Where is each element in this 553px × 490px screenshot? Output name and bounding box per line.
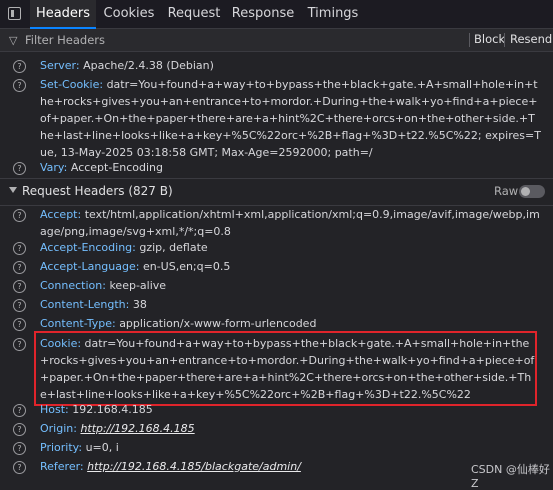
header-name: Accept-Language:	[40, 260, 140, 273]
header-entry[interactable]: Priority: u=0, i	[40, 439, 541, 456]
help-icon[interactable]: ?	[13, 299, 26, 312]
header-name: Connection:	[40, 279, 106, 292]
help-icon[interactable]: ?	[13, 280, 26, 293]
header-entry[interactable]: Server: Apache/2.4.38 (Debian)	[40, 57, 541, 74]
header-entry[interactable]: Accept-Encoding: gzip, deflate	[40, 239, 541, 256]
help-icon[interactable]: ?	[13, 338, 26, 351]
header-entry[interactable]: Referer: http://192.168.4.185/blackgate/…	[40, 458, 463, 475]
devtools-tabbar: Headers Cookies Request Response Timings	[0, 0, 553, 29]
collapse-caret-icon[interactable]	[9, 187, 17, 193]
header-name: Host:	[40, 403, 69, 416]
header-name: Accept-Encoding:	[40, 241, 136, 254]
filter-headers-input[interactable]: Filter Headers	[25, 33, 105, 47]
help-icon[interactable]: ?	[13, 442, 26, 455]
help-icon[interactable]: ?	[13, 79, 26, 92]
header-entry[interactable]: Accept: text/html,application/xhtml+xml,…	[40, 206, 541, 240]
tab-response[interactable]: Response	[229, 0, 297, 28]
header-entry[interactable]: Host: 192.168.4.185	[40, 401, 541, 418]
header-entry[interactable]: Connection: keep-alive	[40, 277, 541, 294]
help-icon[interactable]: ?	[13, 423, 26, 436]
tab-cookies[interactable]: Cookies	[100, 0, 158, 28]
help-icon[interactable]: ?	[13, 209, 26, 222]
referer-link[interactable]: http://192.168.4.185/blackgate/admin/	[87, 460, 301, 473]
clipped-header-row	[0, 48, 553, 54]
filter-icon: ▽	[9, 34, 18, 47]
help-icon[interactable]: ?	[13, 404, 26, 417]
divider	[469, 33, 470, 47]
header-name: Referer:	[40, 460, 84, 473]
header-value: text/html,application/xhtml+xml,applicat…	[40, 208, 540, 238]
header-entry[interactable]: Set-Cookie: datr=You+found+a+way+to+bypa…	[40, 76, 541, 161]
header-value: 38	[132, 298, 147, 311]
header-value: gzip, deflate	[139, 241, 208, 254]
header-entry[interactable]: Content-Type: application/x-www-form-url…	[40, 315, 541, 332]
tab-request[interactable]: Request	[165, 0, 223, 28]
header-value: en-US,en;q=0.5	[142, 260, 231, 273]
tab-headers[interactable]: Headers	[30, 0, 96, 29]
header-entry[interactable]: Vary: Accept-Encoding	[40, 159, 541, 176]
header-value: application/x-www-form-urlencoded	[119, 317, 317, 330]
help-icon[interactable]: ?	[13, 261, 26, 274]
header-name: Priority:	[40, 441, 83, 454]
resend-button[interactable]: Resend	[510, 32, 552, 46]
header-value: keep-alive	[109, 279, 167, 292]
raw-label: Raw	[494, 184, 519, 198]
help-icon[interactable]: ?	[13, 318, 26, 331]
help-icon[interactable]: ?	[13, 461, 26, 474]
request-headers-section[interactable]: Request Headers (827 B) Raw	[0, 178, 553, 206]
header-value: Accept-Encoding	[70, 161, 164, 174]
header-value: 192.168.4.185	[72, 403, 153, 416]
header-name: Content-Type:	[40, 317, 116, 330]
help-icon[interactable]: ?	[13, 242, 26, 255]
header-entry[interactable]: Origin: http://192.168.4.185	[40, 420, 541, 437]
tab-timings[interactable]: Timings	[304, 0, 362, 28]
header-value: u=0, i	[85, 441, 119, 454]
cookie-highlight-box	[34, 331, 537, 406]
divider	[504, 33, 505, 47]
watermark: CSDN @仙棒好Z	[471, 463, 550, 490]
help-icon[interactable]: ?	[13, 60, 26, 73]
header-name: Origin:	[40, 422, 77, 435]
header-value: Apache/2.4.38 (Debian)	[83, 59, 214, 72]
help-icon[interactable]: ?	[13, 162, 26, 175]
header-name: Set-Cookie:	[40, 78, 104, 91]
block-button[interactable]: Block	[474, 32, 505, 46]
origin-link[interactable]: http://192.168.4.185	[80, 422, 194, 435]
header-name: Accept:	[40, 208, 82, 221]
header-entry[interactable]: Accept-Language: en-US,en;q=0.5	[40, 258, 541, 275]
raw-toggle[interactable]	[519, 185, 545, 198]
header-name: Server:	[40, 59, 80, 72]
header-entry[interactable]: Content-Length: 38	[40, 296, 541, 313]
header-value: datr=You+found+a+way+to+bypass+the+black…	[40, 78, 541, 159]
dock-side-icon[interactable]	[8, 7, 21, 20]
section-title: Request Headers (827 B)	[22, 184, 173, 198]
header-name: Vary:	[40, 161, 68, 174]
header-name: Content-Length:	[40, 298, 130, 311]
